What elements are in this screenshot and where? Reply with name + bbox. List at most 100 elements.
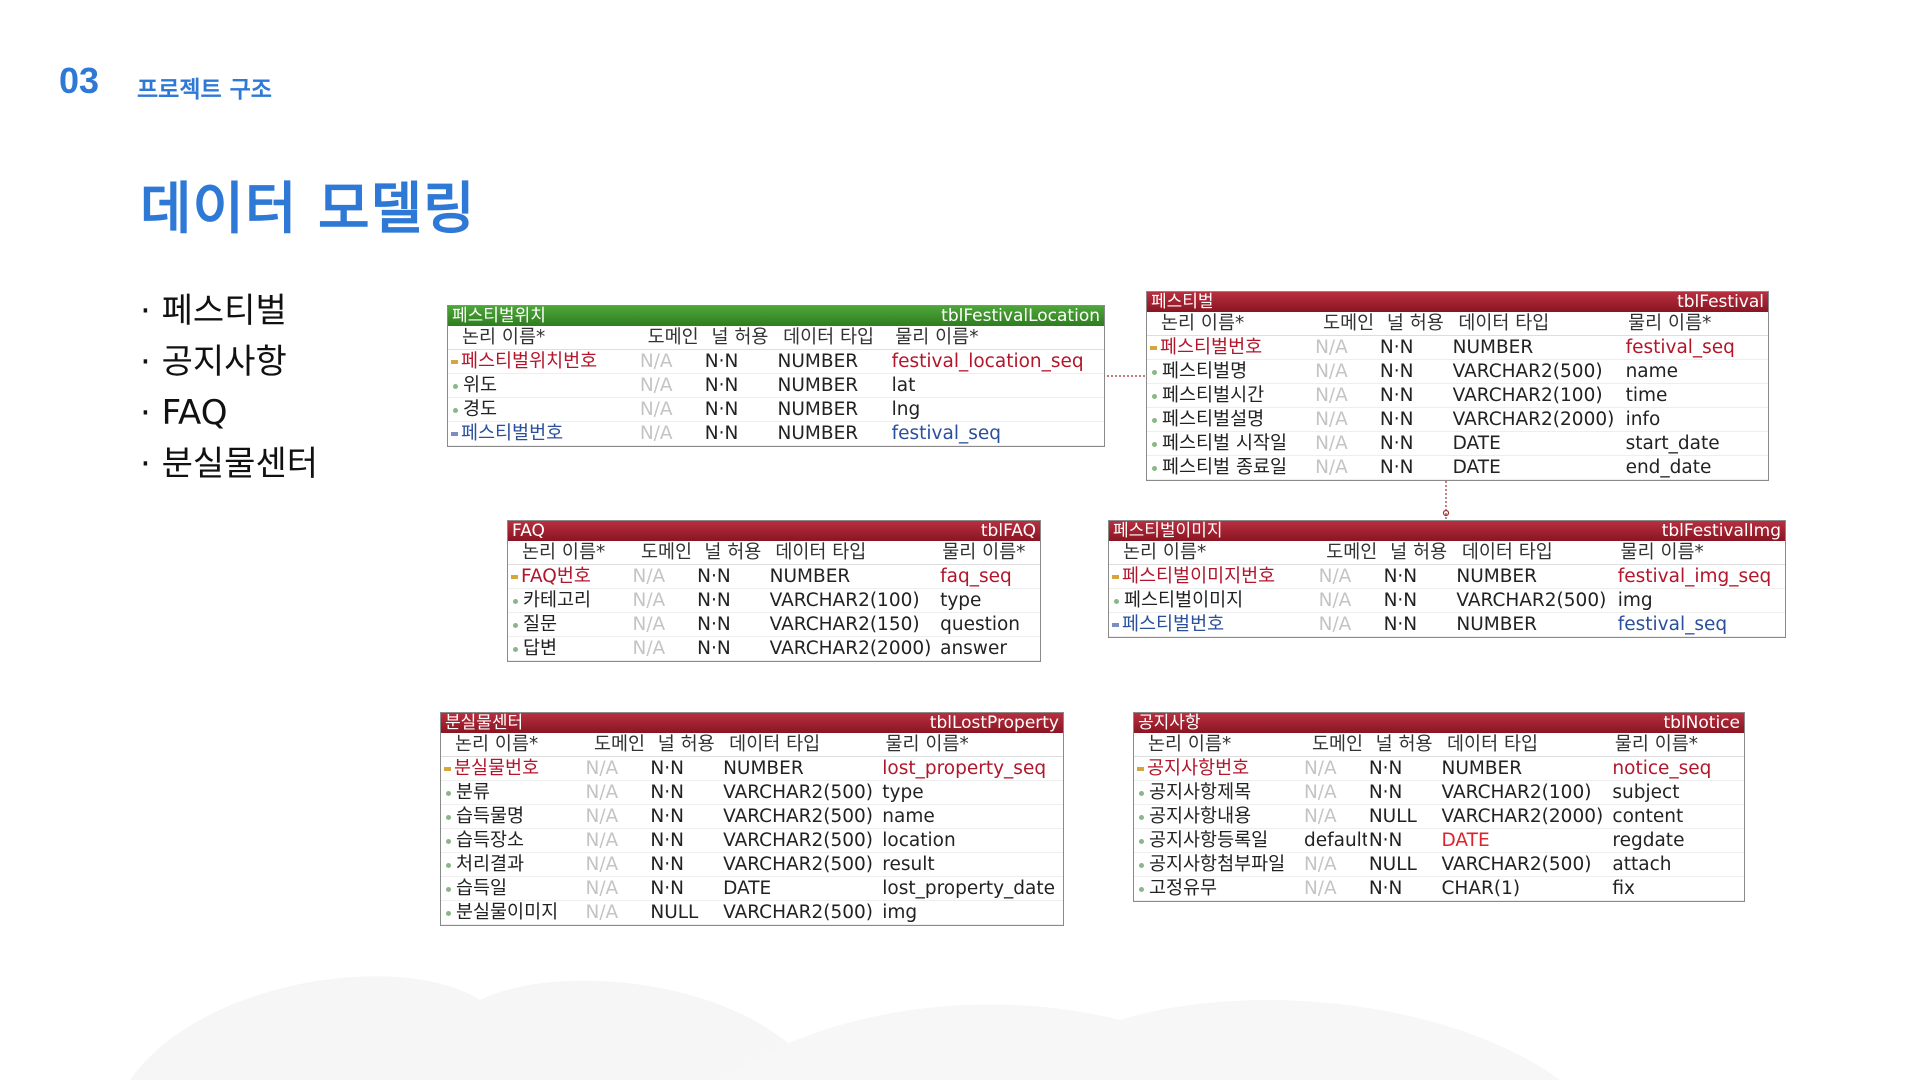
table-row[interactable]: 분류 N/A N·N VARCHAR2(500) type bbox=[441, 781, 1063, 805]
column-header-datatype: 데이터 타입 bbox=[775, 542, 867, 563]
column-header-logical: 논리 이름* bbox=[1123, 542, 1207, 563]
cell-domain: N/A bbox=[1315, 433, 1348, 454]
table-physical-name: tblLostProperty bbox=[929, 713, 1059, 733]
cell-domain: N/A bbox=[639, 375, 673, 396]
column-header-row: 논리 이름* 도메인 널 허용 데이터 타입 물리 이름* bbox=[448, 326, 1104, 350]
table-row[interactable]: 분실물이미지 N/A NULL VARCHAR2(500) img bbox=[441, 901, 1063, 925]
row-marker-cell: 페스티벌명 bbox=[1147, 360, 1313, 383]
column-header-domain: 도메인 bbox=[1323, 313, 1375, 334]
cell-logical: 습득장소 bbox=[456, 830, 525, 851]
table-row[interactable]: 질문 N/A N·N VARCHAR2(150) question bbox=[508, 613, 1040, 637]
column-dot-icon bbox=[446, 814, 451, 820]
column-header-row: 논리 이름* 도메인 널 허용 데이터 타입 물리 이름* bbox=[1134, 733, 1744, 757]
table-row[interactable]: 공지사항번호 N/A N·N NUMBER notice_seq bbox=[1134, 757, 1744, 781]
table-row[interactable]: 공지사항제목 N/A N·N VARCHAR2(100) subject bbox=[1134, 781, 1744, 805]
cell-domain: N/A bbox=[1315, 337, 1348, 358]
table-row[interactable]: 페스티벌설명 N/A N·N VARCHAR2(2000) info bbox=[1147, 408, 1768, 432]
table-header[interactable]: FAQ tblFAQ bbox=[508, 521, 1040, 541]
cell-nullable: N·N bbox=[704, 399, 739, 420]
table-header[interactable]: 분실물센터 tblLostProperty bbox=[441, 713, 1063, 733]
cell-datatype: VARCHAR2(500) bbox=[1456, 590, 1607, 611]
table-row[interactable]: 페스티벌 종료일 N/A N·N DATE end_date bbox=[1147, 456, 1768, 480]
table-row[interactable]: 페스티벌명 N/A N·N VARCHAR2(500) name bbox=[1147, 360, 1768, 384]
table-row[interactable]: 페스티벌시간 N/A N·N VARCHAR2(100) time bbox=[1147, 384, 1768, 408]
table-row[interactable]: 습득장소 N/A N·N VARCHAR2(500) location bbox=[441, 829, 1063, 853]
column-dot-icon bbox=[1152, 393, 1157, 399]
cell-datatype: CHAR(1) bbox=[1441, 878, 1521, 899]
cell-domain: N/A bbox=[1303, 806, 1337, 827]
table-row[interactable]: 페스티벌이미지번호 N/A N·N NUMBER festival_img_seq bbox=[1109, 565, 1785, 589]
cell-domain: N/A bbox=[585, 878, 619, 899]
cell-nullable: N·N bbox=[704, 351, 739, 372]
cell-domain: N/A bbox=[1318, 614, 1352, 635]
cell-physical: img bbox=[882, 902, 918, 923]
column-header-logical: 논리 이름* bbox=[1148, 734, 1232, 755]
cell-logical: 습득일 bbox=[456, 878, 508, 899]
primary-key-icon bbox=[451, 360, 458, 364]
table-row[interactable]: 고정유무 N/A N·N CHAR(1) fix bbox=[1134, 877, 1744, 901]
cell-datatype: NUMBER bbox=[777, 399, 859, 420]
table-row[interactable]: 공지사항등록일 default N·N DATE regdate bbox=[1134, 829, 1744, 853]
column-header-datatype: 데이터 타입 bbox=[1461, 542, 1553, 563]
cell-nullable: NULL bbox=[1368, 806, 1417, 827]
cell-nullable: N·N bbox=[697, 614, 731, 635]
column-header-row: 논리 이름* 도메인 널 허용 데이터 타입 물리 이름* bbox=[1109, 541, 1785, 565]
cell-nullable: N·N bbox=[650, 782, 684, 803]
column-dot-icon bbox=[1139, 862, 1144, 868]
row-marker-cell: 페스티벌위치번호 bbox=[448, 350, 638, 373]
cell-datatype: NUMBER bbox=[1456, 566, 1537, 587]
cell-physical: regdate bbox=[1612, 830, 1685, 851]
table-row[interactable]: 분실물번호 N/A N·N NUMBER lost_property_seq bbox=[441, 757, 1063, 781]
cell-nullable: N·N bbox=[1379, 433, 1414, 454]
table-row[interactable]: 답변 N/A N·N VARCHAR2(2000) answer bbox=[508, 637, 1040, 661]
cell-physical: notice_seq bbox=[1612, 758, 1712, 779]
column-header-physical: 물리 이름* bbox=[885, 734, 969, 755]
table-header[interactable]: 페스티벌 tblFestival bbox=[1147, 292, 1768, 312]
table-header[interactable]: 공지사항 tblNotice bbox=[1134, 713, 1744, 733]
table-row[interactable]: FAQ번호 N/A N·N NUMBER faq_seq bbox=[508, 565, 1040, 589]
cell-domain: N/A bbox=[1303, 854, 1337, 875]
table-row[interactable]: 페스티벌번호 N/A N·N NUMBER festival_seq bbox=[1109, 613, 1785, 637]
cell-nullable: N·N bbox=[704, 375, 739, 396]
row-marker-cell: 공지사항첨부파일 bbox=[1134, 853, 1302, 876]
table-row[interactable]: 경도 N/A N·N NUMBER lng bbox=[448, 398, 1104, 422]
table-header[interactable]: 페스티벌이미지 tblFestivalImg bbox=[1109, 521, 1785, 541]
table-row[interactable]: 페스티벌위치번호 N/A N·N NUMBER festival_location_se… bbox=[448, 350, 1104, 374]
column-dot-icon bbox=[1152, 369, 1157, 375]
cell-datatype: VARCHAR2(2000) bbox=[1452, 409, 1615, 430]
cell-physical: subject bbox=[1612, 782, 1680, 803]
table-row[interactable]: 위도 N/A N·N NUMBER lat bbox=[448, 374, 1104, 398]
column-dot-icon bbox=[513, 622, 518, 628]
cell-logical: 페스티벌이미지 bbox=[1124, 590, 1244, 611]
table-row[interactable]: 공지사항내용 N/A NULL VARCHAR2(2000) content bbox=[1134, 805, 1744, 829]
table-logical-name: 페스티벌위치 bbox=[452, 306, 546, 326]
cell-domain: N/A bbox=[585, 902, 619, 923]
cell-logical: 질문 bbox=[523, 614, 558, 635]
table-row[interactable]: 습득물명 N/A N·N VARCHAR2(500) name bbox=[441, 805, 1063, 829]
table-row[interactable]: 페스티벌 시작일 N/A N·N DATE start_date bbox=[1147, 432, 1768, 456]
table-header[interactable]: 페스티벌위치 tblFestivalLocation bbox=[448, 306, 1104, 326]
table-physical-name: tblFestival bbox=[1677, 292, 1764, 312]
cell-nullable: N·N bbox=[650, 878, 684, 899]
table-row[interactable]: 습득일 N/A N·N DATE lost_property_date bbox=[441, 877, 1063, 901]
table-row[interactable]: 페스티벌번호 N/A N·N NUMBER festival_seq bbox=[448, 422, 1104, 446]
row-marker-cell: 카테고리 bbox=[508, 589, 630, 612]
column-dot-icon bbox=[1139, 886, 1144, 892]
column-header-domain: 도메인 bbox=[647, 327, 699, 348]
table-row[interactable]: 페스티벌이미지 N/A N·N VARCHAR2(500) img bbox=[1109, 589, 1785, 613]
row-marker-cell: 위도 bbox=[448, 374, 638, 397]
table-physical-name: tblFestivalImg bbox=[1661, 521, 1781, 541]
table-row[interactable]: 페스티벌번호 N/A N·N NUMBER festival_seq bbox=[1147, 336, 1768, 360]
table-row[interactable]: 처리결과 N/A N·N VARCHAR2(500) result bbox=[441, 853, 1063, 877]
column-header-physical: 물리 이름* bbox=[1614, 734, 1699, 755]
topic-list: 페스티벌 공지사항 FAQ 분실물센터 bbox=[140, 286, 318, 490]
table-physical-name: tblFAQ bbox=[980, 521, 1036, 541]
cell-physical: info bbox=[1625, 409, 1661, 430]
table-row[interactable]: 공지사항첨부파일 N/A NULL VARCHAR2(500) attach bbox=[1134, 853, 1744, 877]
column-header-datatype: 데이터 타입 bbox=[729, 734, 821, 755]
table-row[interactable]: 카테고리 N/A N·N VARCHAR2(100) type bbox=[508, 589, 1040, 613]
cell-nullable: N·N bbox=[697, 566, 731, 587]
cell-domain: N/A bbox=[1303, 878, 1337, 899]
cell-nullable: N·N bbox=[704, 423, 739, 444]
column-dot-icon bbox=[1139, 838, 1144, 844]
